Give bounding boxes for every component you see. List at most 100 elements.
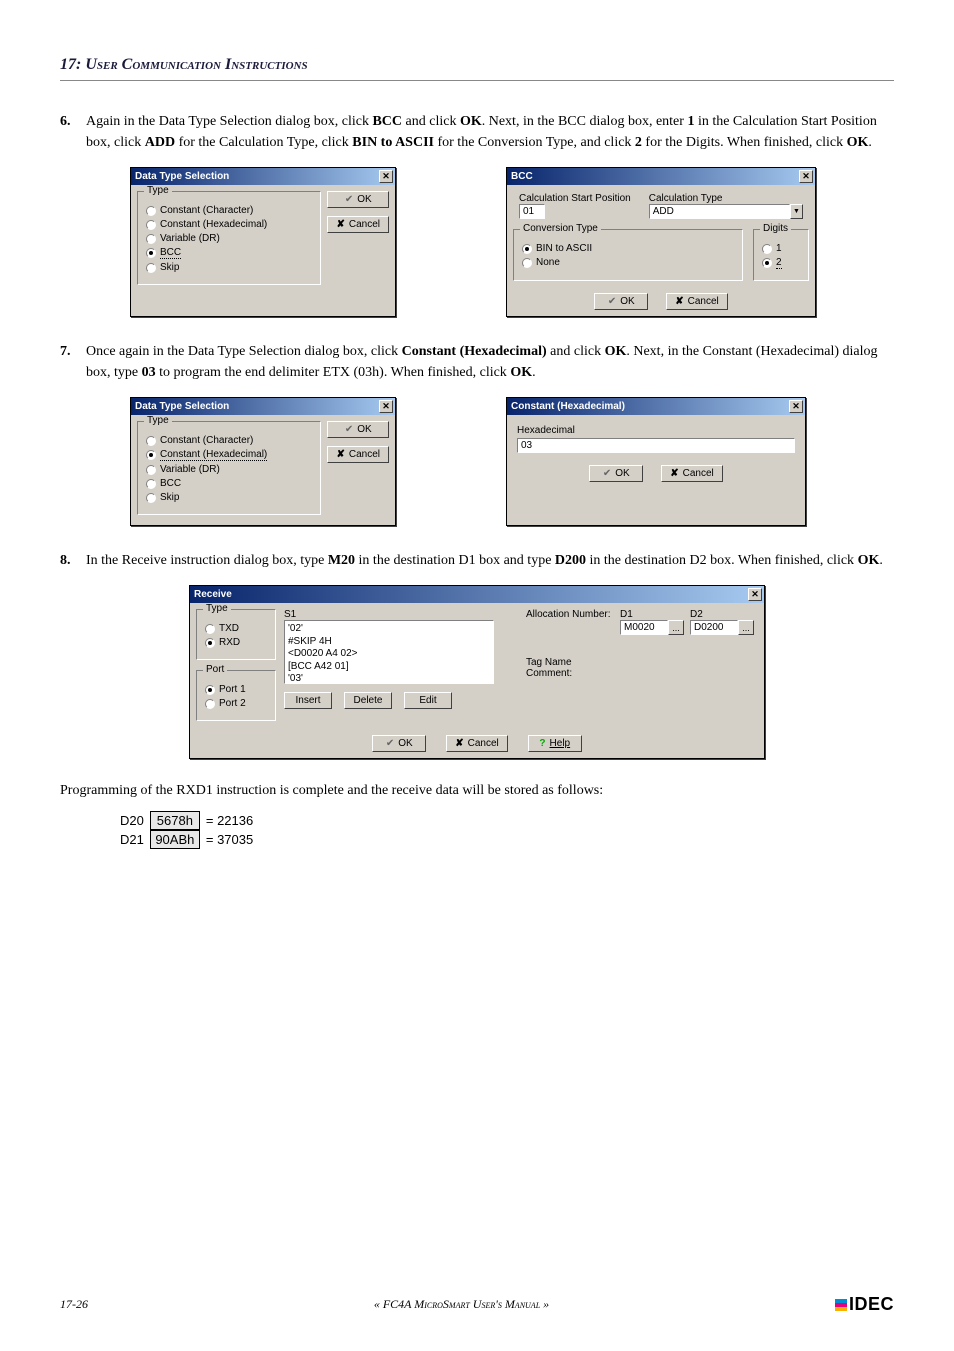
d2-browse-button[interactable]: ... [738,620,754,635]
cancel-button[interactable]: ✘ Cancel [666,293,728,310]
alloc-label: Allocation Number: [526,609,614,620]
t: Once again in the Data Type Selection di… [86,344,402,359]
check-icon: ✔ [386,738,394,749]
radio-skip[interactable] [146,263,156,273]
radio-label: 2 [776,257,782,269]
dialog-receive: Receive ✕ Type TXD RXD Port Port 1 [189,585,765,759]
delete-button[interactable]: Delete [344,692,392,709]
cancel-button[interactable]: ✘Cancel [327,216,389,233]
close-icon[interactable]: ✕ [379,170,393,183]
ok-button[interactable]: ✔ OK [594,293,648,310]
dialog-title: Constant (Hexadecimal) [511,401,625,412]
s1-listbox[interactable]: '02' #SKIP 4H <D0020 A4 02> [BCC A42 01]… [284,620,494,684]
radio-constant-hex[interactable] [146,220,156,230]
question-icon: ? [539,738,545,749]
radio-constant-hex[interactable] [146,450,156,460]
radio-skip[interactable] [146,493,156,503]
b: BCC [372,114,402,129]
close-icon[interactable]: ✕ [789,400,803,413]
btn-label: OK [620,296,634,307]
ct-label: Calculation Type [649,193,803,204]
dialog-title: BCC [511,171,533,182]
group-legend: Conversion Type [520,223,601,234]
b: BIN to ASCII [352,135,434,150]
b: 2 [635,135,642,150]
radio-variable-dr[interactable] [146,465,156,475]
radio-label: BCC [160,478,181,489]
radio-label: Constant (Character) [160,205,253,216]
check-icon: ✔ [345,424,353,435]
t: for the Conversion Type, and click [434,135,635,150]
cancel-button[interactable]: ✘Cancel [446,735,508,752]
digits-groupbox: Digits 1 2 [753,229,809,281]
edit-button[interactable]: Edit [404,692,452,709]
d1-input[interactable]: M0020 [620,620,668,635]
radio-label: 1 [776,243,782,254]
port-groupbox: Port Port 1 Port 2 [196,670,276,721]
step-body: In the Receive instruction dialog box, t… [86,550,894,571]
t: in the destination D1 box and type [355,553,555,568]
ok-button[interactable]: ✔OK [372,735,426,752]
radio-port2[interactable] [205,699,215,709]
radio-none[interactable] [522,258,532,268]
titlebar: Constant (Hexadecimal) ✕ [507,398,805,415]
radio-constant-char[interactable] [146,436,156,446]
manual-title: « FC4A MicroSmart User's Manual » [374,1297,549,1312]
radio-digits-2[interactable] [762,258,772,268]
cancel-button[interactable]: ✘Cancel [661,465,723,482]
help-button[interactable]: ? Help [528,735,582,752]
ok-button[interactable]: ✔ OK [327,421,389,438]
radio-variable-dr[interactable] [146,234,156,244]
d2-input[interactable]: D0200 [690,620,738,635]
b: OK [847,135,869,150]
check-icon: ✔ [608,296,616,307]
t: . [868,135,872,150]
radio-label: TXD [219,623,239,634]
chevron-down-icon[interactable]: ▼ [790,204,803,219]
radio-constant-char[interactable] [146,206,156,216]
close-icon[interactable]: ✕ [748,588,762,601]
radio-bin-to-ascii[interactable] [522,244,532,254]
radio-digits-1[interactable] [762,244,772,254]
ok-button[interactable]: ✔OK [589,465,643,482]
radio-rxd[interactable] [205,638,215,648]
step-6: 6. Again in the Data Type Selection dial… [60,111,894,153]
d1-browse-button[interactable]: ... [668,620,684,635]
btn-label: Help [550,738,571,749]
t: . Next, in the BCC dialog box, enter [482,114,688,129]
page-number: 17-26 [60,1297,88,1312]
dialog-bcc: BCC ✕ Calculation Start Position 01 Calc… [506,167,816,317]
hex-label: Hexadecimal [517,425,795,436]
cancel-button[interactable]: ✘Cancel [327,446,389,463]
close-icon[interactable]: ✕ [379,400,393,413]
csp-input[interactable]: 01 [519,204,545,219]
logo-flag-icon [835,1299,847,1311]
check-icon: ✔ [603,468,611,479]
radio-txd[interactable] [205,624,215,634]
insert-button[interactable]: Insert [284,692,332,709]
radio-label: Variable (DR) [160,233,220,244]
radio-bcc[interactable] [146,248,156,258]
tagc-label: Tag Name Comment: [526,657,614,679]
logo-text: IDEC [849,1294,894,1315]
x-icon: ✘ [675,296,683,307]
radio-bcc[interactable] [146,479,156,489]
close-icon[interactable]: ✕ [799,170,813,183]
calc-type-combo[interactable]: ADD ▼ [649,204,803,219]
radio-port1[interactable] [205,685,215,695]
page-footer: 17-26 « FC4A MicroSmart User's Manual » … [60,1294,894,1315]
radio-label: Constant (Character) [160,435,253,446]
d2-label: D2 [690,609,754,620]
x-icon: ✘ [455,738,463,749]
ok-button[interactable]: ✔OK [327,191,389,208]
step-8: 8. In the Receive instruction dialog box… [60,550,894,571]
radio-label: Constant (Hexadecimal) [160,219,267,230]
t: in the destination D2 box. When finished… [586,553,858,568]
figures-step7: Data Type Selection ✕ Type Constant (Cha… [130,397,894,526]
radio-label: Port 1 [219,684,246,695]
x-icon: ✘ [336,219,344,230]
hex-input[interactable]: 03 [517,438,795,453]
btn-label: OK [357,424,371,435]
b: M20 [328,553,355,568]
btn-label: Cancel [688,296,719,307]
